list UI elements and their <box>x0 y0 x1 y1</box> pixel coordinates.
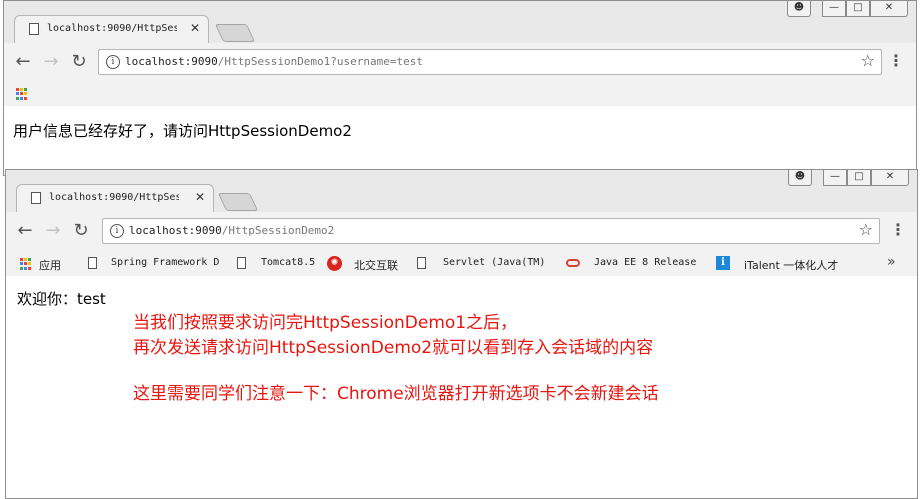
bookmark-spring-framework[interactable]: Spring Framework D <box>88 256 220 272</box>
info-icon[interactable]: i <box>106 55 120 69</box>
bookmark-label: 应用 <box>39 259 61 272</box>
tab-title: localhost:9090/HttpSessionDemo1?username… <box>47 23 177 34</box>
menu-icon[interactable]: ⋮ <box>888 51 904 73</box>
bookmarks-bar: 应用 Spring Framework D Tomcat8.5 ✺ 北交互联 S… <box>6 252 917 276</box>
annotation-line-3: 这里需要同学们注意一下：Chrome浏览器打开新选项卡不会新建会话 <box>133 384 659 404</box>
bookmark-star-icon[interactable]: ☆ <box>861 51 875 70</box>
bookmark-label: Spring Framework D <box>111 257 220 268</box>
bookmark-star-icon[interactable]: ☆ <box>859 220 873 239</box>
back-button[interactable]: ← <box>12 51 34 73</box>
address-bar[interactable]: i localhost:9090/HttpSessionDemo2 ☆ <box>102 218 880 244</box>
bookmark-label: iTalent 一体化人才 <box>744 259 839 272</box>
bookmark-italent[interactable]: i iTalent 一体化人才 <box>716 256 856 272</box>
bookmarks-bar <box>4 83 916 105</box>
new-tab-button[interactable] <box>214 24 256 42</box>
minimize-button[interactable]: — <box>823 170 847 186</box>
page-icon <box>29 23 39 35</box>
bookmark-label: Tomcat8.5 <box>261 257 316 268</box>
bookmark-label: 北交互联 <box>354 259 398 272</box>
maximize-button[interactable]: □ <box>846 1 870 17</box>
window-controls: ☻ — □ ✕ <box>783 1 908 19</box>
toolbar: ← → ↻ i localhost:9090/HttpSessionDemo2 … <box>6 212 917 252</box>
forward-button[interactable]: → <box>42 220 64 242</box>
tab-title: localhost:9090/HttpSessionDemo2 <box>49 192 179 203</box>
close-window-button[interactable]: ✕ <box>870 1 908 17</box>
browser-window-1: localhost:9090/HttpSessionDemo1?username… <box>3 0 917 176</box>
menu-icon[interactable]: ⋮ <box>890 220 906 242</box>
address-bar[interactable]: i localhost:9090/HttpSessionDemo1?userna… <box>98 49 882 75</box>
oracle-icon <box>566 259 580 267</box>
bookmark-servlet[interactable]: Servlet (Java(TM) <box>417 256 551 272</box>
forward-button[interactable]: → <box>40 51 62 73</box>
url-text[interactable]: localhost:9090/HttpSessionDemo2 <box>129 224 334 237</box>
url-host: localhost:9090 <box>125 55 218 68</box>
close-window-button[interactable]: ✕ <box>871 170 909 186</box>
user-profile-button[interactable]: ☻ <box>786 1 811 17</box>
page-message: 欢迎你：test <box>17 290 106 308</box>
tab-strip: localhost:9090/HttpSessionDemo2 ✕ ☻ —□✕ <box>6 170 917 212</box>
annotation-line-1: 当我们按照要求访问完HttpSessionDemo1之后， <box>133 313 518 333</box>
url-host: localhost:9090 <box>129 224 222 237</box>
url-path: /HttpSessionDemo2 <box>221 224 335 237</box>
annotation-line-2: 再次发送请求访问HttpSessionDemo2就可以看到存入会话域的内容 <box>133 338 654 358</box>
bookmark-label: Servlet (Java(TM) <box>443 257 546 268</box>
page-content: 欢迎你：test 当我们按照要求访问完HttpSessionDemo1之后， 再… <box>6 276 917 498</box>
page-message: 用户信息已经存好了，请访问HttpSessionDemo2 <box>13 122 352 140</box>
red-circle-logo-icon: ✺ <box>327 256 342 271</box>
page-content: 用户信息已经存好了，请访问HttpSessionDemo2 <box>4 106 916 175</box>
tab-active[interactable]: localhost:9090/HttpSessionDemo2 ✕ <box>16 184 214 212</box>
bookmark-label: Java EE 8 Release <box>594 257 697 268</box>
bookmarks-overflow-button[interactable]: » <box>887 254 896 270</box>
toolbar: ← → ↻ i localhost:9090/HttpSessionDemo1?… <box>4 43 916 83</box>
info-icon[interactable]: i <box>110 224 124 238</box>
browser-window-2: localhost:9090/HttpSessionDemo2 ✕ ☻ —□✕ … <box>5 169 918 499</box>
reload-button[interactable]: ↻ <box>70 220 92 242</box>
apps-grid-icon[interactable] <box>16 88 28 100</box>
maximize-button[interactable]: □ <box>847 170 871 186</box>
page-icon <box>31 192 41 204</box>
info-icon: i <box>716 256 730 270</box>
reload-button[interactable]: ↻ <box>68 51 90 73</box>
close-tab-icon[interactable]: ✕ <box>190 21 200 35</box>
url-path: /HttpSessionDemo1?username=test <box>217 55 424 68</box>
page-icon <box>417 257 426 269</box>
tab-strip: localhost:9090/HttpSessionDemo1?username… <box>4 1 916 43</box>
new-tab-button[interactable] <box>217 193 259 211</box>
close-tab-icon[interactable]: ✕ <box>195 190 205 204</box>
window-controls: ☻ — □ ✕ <box>784 170 909 188</box>
apps-grid-icon <box>20 258 32 270</box>
tab-active[interactable]: localhost:9090/HttpSessionDemo1?username… <box>14 15 209 43</box>
user-profile-button[interactable]: ☻ <box>787 170 812 186</box>
minimize-button[interactable]: — <box>822 1 846 17</box>
page-icon <box>237 257 246 269</box>
page-icon <box>88 257 97 269</box>
back-button[interactable]: ← <box>14 220 36 242</box>
url-text[interactable]: localhost:9090/HttpSessionDemo1?username… <box>125 55 423 68</box>
